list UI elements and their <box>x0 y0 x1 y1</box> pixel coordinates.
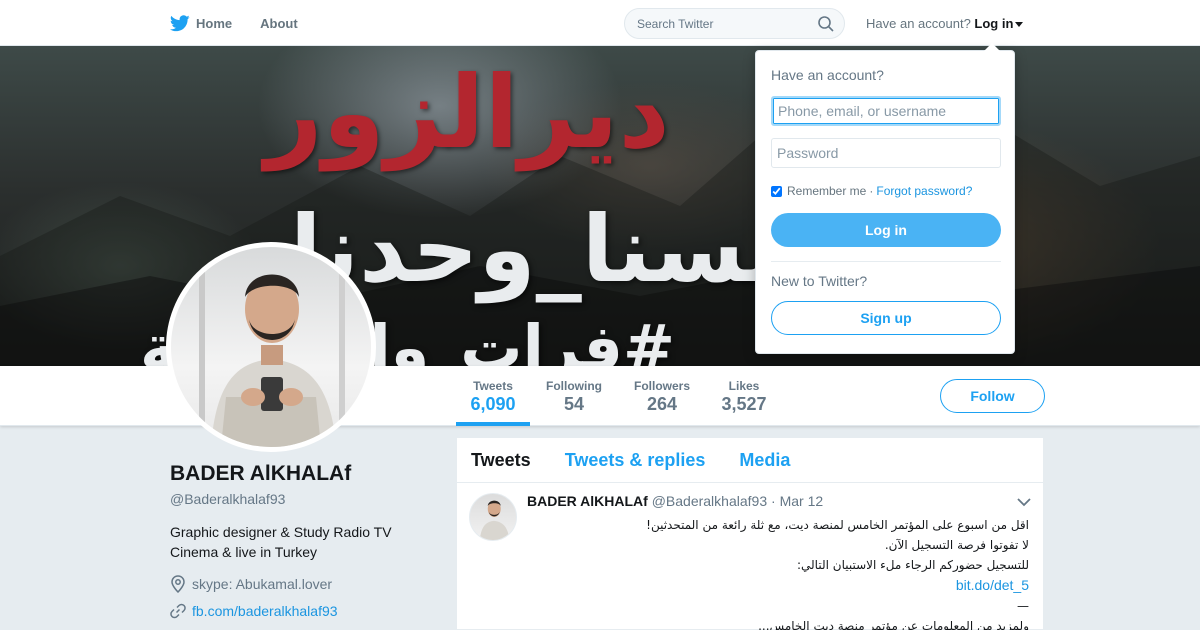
login-button[interactable]: Log in <box>771 213 1001 247</box>
tweet-text: اقل من اسبوع على المؤتمر الخامس لمنصة دي… <box>529 515 1029 630</box>
new-to-twitter-text: New to Twitter? <box>771 273 868 289</box>
stat-value: 3,527 <box>721 394 767 414</box>
tweet-line: لا تفوتوا فرصة التسجيل الآن. <box>884 538 1029 552</box>
remember-separator: · <box>869 184 874 198</box>
login-toggle[interactable]: Log in <box>974 16 1024 31</box>
search-box[interactable] <box>624 8 845 39</box>
tweet-line: — <box>1017 599 1029 613</box>
tweet-date[interactable]: Mar 12 <box>780 493 824 509</box>
tweet-link[interactable]: bit.do/det_5 <box>956 577 1029 593</box>
tweet-avatar[interactable] <box>469 493 517 541</box>
tweet-line: ولمزيد من المعلومات عن مؤتمر منصة ديت ال… <box>758 619 1029 630</box>
stat-label: Tweets <box>473 379 513 393</box>
stat-value: 54 <box>563 394 585 414</box>
nav-about-link[interactable]: About <box>260 16 298 31</box>
tweet-author-name[interactable]: BADER AlKHALAf <box>527 493 648 509</box>
stat-following[interactable]: Following 54 <box>538 366 610 426</box>
profile-handle[interactable]: @Baderalkhalaf93 <box>170 491 285 507</box>
location-text: skype: Abukamal.lover <box>192 576 333 592</box>
nav-links: Home About <box>170 0 326 46</box>
username-field[interactable] <box>771 96 1001 126</box>
link-icon <box>170 603 186 619</box>
stat-value: 6,090 <box>470 394 516 414</box>
stat-tweets[interactable]: Tweets 6,090 <box>456 366 530 426</box>
avatar[interactable] <box>166 242 376 452</box>
tweet-line: اقل من اسبوع على المؤتمر الخامس لمنصة دي… <box>646 518 1029 532</box>
bio-line: Graphic designer & Study Radio TV <box>170 524 392 540</box>
profile-location: skype: Abukamal.lover <box>170 575 332 593</box>
profile-bio: Graphic designer & Study Radio TV Cinema… <box>170 522 430 562</box>
forgot-password-link[interactable]: Forgot password? <box>876 184 972 198</box>
dropdown-title: Have an account? <box>771 67 884 83</box>
tweet-avatar-person <box>479 500 510 540</box>
tweet[interactable]: BADER AlKHALAf @Baderalkhalaf93 · Mar 12… <box>457 483 1043 630</box>
password-field[interactable] <box>771 138 1001 168</box>
remember-label: Remember me <box>787 184 867 198</box>
nav-home-link[interactable]: Home <box>170 14 233 32</box>
top-nav: Home About Have an account? Log in <box>0 0 1200 46</box>
banner-title-red: ديرالزور <box>265 54 670 171</box>
timeline: Tweets Tweets & replies Media BADER AlKH… <box>456 437 1044 630</box>
tab-media[interactable]: Media <box>739 450 790 471</box>
avatar-person <box>199 267 345 447</box>
chevron-down-icon[interactable] <box>1017 497 1031 507</box>
stat-label: Followers <box>633 379 690 393</box>
stat-value: 264 <box>646 394 678 414</box>
stat-label: Likes <box>728 379 760 393</box>
stat-label: Following <box>546 379 602 393</box>
twitter-bird-icon <box>170 14 190 31</box>
have-account-text: Have an account? <box>866 16 971 31</box>
remember-row: Remember me · Forgot password? <box>771 184 972 198</box>
tab-tweets[interactable]: Tweets <box>471 450 531 471</box>
dropdown-divider <box>771 261 1001 262</box>
remember-checkbox[interactable] <box>771 185 782 197</box>
search-input[interactable] <box>637 15 807 33</box>
profile-name[interactable]: BADER AlKHALAf <box>170 462 351 486</box>
stat-likes[interactable]: Likes 3,527 <box>714 366 774 426</box>
follow-button[interactable]: Follow <box>940 379 1045 413</box>
bio-line: Cinema & live in Turkey <box>170 544 318 560</box>
location-pin-icon <box>171 575 185 593</box>
profile-website: fb.com/baderalkhalaf93 <box>170 603 338 619</box>
account-menu: Have an account? Log in <box>866 16 1024 31</box>
search-icon[interactable] <box>818 16 834 32</box>
tweet-author-handle[interactable]: @Baderalkhalaf93 <box>652 493 767 509</box>
tweet-header: BADER AlKHALAf @Baderalkhalaf93 · Mar 12 <box>527 493 823 509</box>
login-dropdown: Have an account? Remember me · Forgot pa… <box>755 43 1015 354</box>
timeline-tabs: Tweets Tweets & replies Media <box>457 438 1043 483</box>
website-link[interactable]: fb.com/baderalkhalaf93 <box>192 603 338 619</box>
stat-followers[interactable]: Followers 264 <box>626 366 698 426</box>
caret-down-icon <box>1015 22 1024 28</box>
tweet-line: للتسجيل حضوركم الرجاء ملء الاستبيان التا… <box>796 558 1029 572</box>
nav-about-label: About <box>260 15 298 31</box>
login-toggle-label: Log in <box>974 16 1014 31</box>
nav-home-label: Home <box>196 15 233 31</box>
tab-tweets-replies[interactable]: Tweets & replies <box>565 450 706 471</box>
tweet-separator: · <box>771 493 776 509</box>
signup-button[interactable]: Sign up <box>771 301 1001 335</box>
